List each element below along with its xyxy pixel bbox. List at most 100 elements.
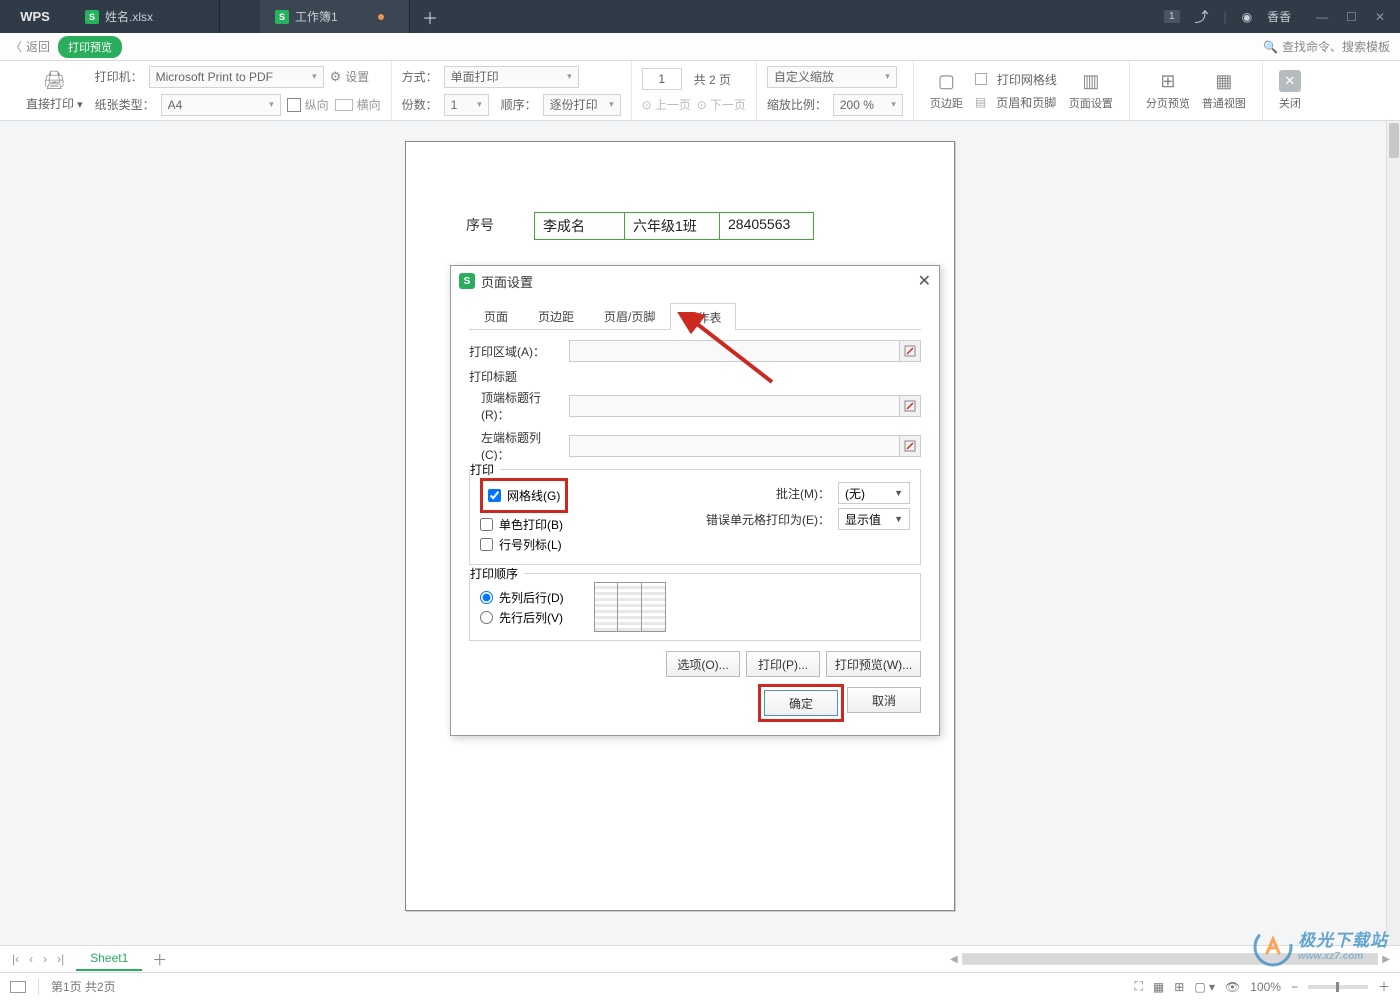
sheet-tab-1[interactable]: Sheet1 bbox=[76, 947, 142, 971]
paper-select[interactable]: A4▾ bbox=[161, 94, 281, 116]
zoom-preset-select[interactable]: 自定义缩放▾ bbox=[767, 66, 897, 88]
tab-sheet[interactable]: 工作表 bbox=[670, 303, 736, 330]
errors-select[interactable]: 显示值▼ bbox=[838, 508, 910, 530]
copies-input[interactable]: 1▾ bbox=[444, 94, 489, 116]
sheet-nav-first[interactable]: |‹ bbox=[12, 952, 19, 966]
ok-button[interactable]: 确定 bbox=[764, 690, 838, 716]
scale-input[interactable]: 200 %▾ bbox=[833, 94, 903, 116]
next-page-button[interactable]: ⊙下一页 bbox=[697, 96, 746, 113]
doc-tab-2[interactable]: S 工作簿1 bbox=[260, 0, 410, 33]
print-area-input[interactable] bbox=[569, 340, 900, 362]
cell-class: 六年级1班 bbox=[624, 212, 719, 240]
fullscreen-icon[interactable]: ⛶ bbox=[1135, 979, 1143, 994]
normal-view-icon: ▦ bbox=[1213, 70, 1235, 92]
back-arrow-icon[interactable]: 〈 bbox=[10, 38, 22, 55]
range-picker-button[interactable] bbox=[899, 435, 921, 457]
print-order-group: 打印顺序 先列后行(D) 先行后列(V) bbox=[469, 573, 921, 641]
view-mode-2-icon[interactable]: ⊞ bbox=[1174, 980, 1184, 994]
print-button[interactable]: 打印(P)... bbox=[746, 651, 820, 677]
printer-settings-button[interactable]: ⚙ 设置 bbox=[330, 68, 370, 85]
print-gridlines-check[interactable]: 打印网格线 bbox=[975, 71, 1057, 88]
watermark: 极光下载站 www.xz7.com bbox=[1253, 927, 1388, 967]
sheet-icon: S bbox=[459, 273, 475, 289]
doc-tab-1[interactable]: S 姓名.xlsx bbox=[70, 0, 220, 33]
comments-select[interactable]: (无)▼ bbox=[838, 482, 910, 504]
eye-icon[interactable]: 👁 bbox=[1225, 980, 1240, 994]
prev-page-button[interactable]: ⊙上一页 bbox=[642, 96, 691, 113]
view-mode-3-icon[interactable]: ▢ ▾ bbox=[1194, 980, 1215, 994]
notification-badge[interactable]: 1 bbox=[1164, 10, 1180, 23]
options-button[interactable]: 选项(O)... bbox=[666, 651, 740, 677]
watermark-logo bbox=[1253, 927, 1293, 967]
errors-label: 错误单元格打印为(E)： bbox=[695, 511, 830, 528]
blackwhite-checkbox[interactable]: 单色打印(B) bbox=[480, 516, 695, 533]
orientation-portrait[interactable]: 纵向 bbox=[287, 96, 329, 113]
tab-page[interactable]: 页面 bbox=[469, 302, 523, 329]
header-footer-button[interactable]: ▤页眉和页脚 bbox=[975, 94, 1057, 111]
close-icon: ✕ bbox=[1279, 70, 1301, 92]
unsaved-indicator bbox=[378, 14, 384, 20]
zoom-in-button[interactable]: ＋ bbox=[1378, 978, 1390, 995]
printer-label: 打印机： bbox=[95, 68, 143, 85]
close-preview-button[interactable]: ✕ 关闭 bbox=[1273, 66, 1307, 116]
arrow-down-icon: ⊙ bbox=[697, 98, 707, 112]
left-cols-input[interactable] bbox=[569, 435, 900, 457]
zoom-value: 100% bbox=[1250, 980, 1281, 994]
zoom-slider[interactable] bbox=[1308, 985, 1368, 989]
gridlines-checkbox[interactable]: 网格线(G) bbox=[488, 487, 560, 504]
top-rows-input[interactable] bbox=[569, 395, 900, 417]
range-picker-button[interactable] bbox=[899, 395, 921, 417]
user-avatar-icon[interactable]: ◉ bbox=[1242, 10, 1252, 24]
printer-select[interactable]: Microsoft Print to PDF▾ bbox=[149, 66, 324, 88]
print-mode-select[interactable]: 单面打印▾ bbox=[444, 66, 579, 88]
range-picker-button[interactable] bbox=[899, 340, 921, 362]
print-preview-button[interactable]: 打印预览(W)... bbox=[826, 651, 921, 677]
printer-icon: 🖨 bbox=[43, 70, 65, 92]
close-icon[interactable]: ✕ bbox=[1375, 10, 1385, 24]
page-setup-button[interactable]: ▥ 页面设置 bbox=[1063, 66, 1119, 116]
tab-margin[interactable]: 页边距 bbox=[523, 302, 589, 329]
margin-button[interactable]: ▢ 页边距 bbox=[924, 66, 969, 116]
tab-label: 姓名.xlsx bbox=[105, 8, 153, 25]
paper-label: 纸张类型： bbox=[95, 96, 155, 113]
minimize-icon[interactable]: — bbox=[1316, 10, 1328, 24]
back-button[interactable]: 返回 bbox=[26, 38, 50, 55]
print-titles-label: 打印标题 bbox=[469, 368, 921, 385]
username[interactable]: 香香 bbox=[1267, 8, 1291, 25]
tab-headerfooter[interactable]: 页眉/页脚 bbox=[589, 302, 670, 329]
print-order-select[interactable]: 逐份打印▾ bbox=[543, 94, 621, 116]
sheet-nav-last[interactable]: ›| bbox=[57, 952, 64, 966]
view-mode-1-icon[interactable]: ▦ bbox=[1153, 980, 1164, 994]
print-options-group: 打印 网格线(G) 单色打印(B) 行号列标(L) bbox=[469, 469, 921, 565]
dialog-close-button[interactable]: ✕ bbox=[918, 271, 931, 291]
search-icon: 🔍 bbox=[1263, 40, 1278, 54]
command-search[interactable]: 🔍 查找命令、搜索模板 bbox=[1263, 38, 1390, 55]
tab-label: 工作簿1 bbox=[295, 8, 338, 25]
sheet-nav-next[interactable]: › bbox=[43, 952, 47, 966]
zoom-out-button[interactable]: − bbox=[1291, 980, 1298, 994]
cancel-button[interactable]: 取消 bbox=[847, 687, 921, 713]
maximize-icon[interactable]: ☐ bbox=[1346, 10, 1357, 24]
new-tab-button[interactable]: ＋ bbox=[410, 5, 450, 29]
arrow-up-icon: ⊙ bbox=[642, 98, 652, 112]
dialog-title: 页面设置 bbox=[481, 272, 533, 291]
app-logo[interactable]: WPS bbox=[0, 9, 70, 24]
order-over-down-radio[interactable]: 先行后列(V) bbox=[480, 609, 564, 626]
direct-print-button[interactable]: 🖨 直接打印 ▾ bbox=[20, 66, 89, 116]
page-break-preview-button[interactable]: ⊞ 分页预览 bbox=[1140, 66, 1196, 116]
rowcol-headings-checkbox[interactable]: 行号列标(L) bbox=[480, 536, 695, 553]
sheet-nav-prev[interactable]: ‹ bbox=[29, 952, 33, 966]
portrait-icon bbox=[287, 98, 301, 112]
order-down-over-radio[interactable]: 先列后行(D) bbox=[480, 589, 564, 606]
copies-label: 份数： bbox=[402, 96, 438, 113]
page-number-input[interactable] bbox=[642, 68, 682, 90]
orientation-landscape[interactable]: 横向 bbox=[335, 96, 381, 113]
normal-view-button[interactable]: ▦ 普通视图 bbox=[1196, 66, 1252, 116]
grid-icon[interactable] bbox=[10, 981, 26, 993]
vertical-scrollbar[interactable] bbox=[1386, 121, 1400, 945]
row-header: 序号 bbox=[466, 212, 534, 240]
add-sheet-button[interactable]: ＋ bbox=[142, 949, 177, 970]
gear-icon: ⚙ bbox=[330, 69, 342, 85]
cell-id: 28405563 bbox=[719, 212, 814, 240]
apps-icon[interactable]: ⤴ bbox=[1195, 7, 1209, 27]
